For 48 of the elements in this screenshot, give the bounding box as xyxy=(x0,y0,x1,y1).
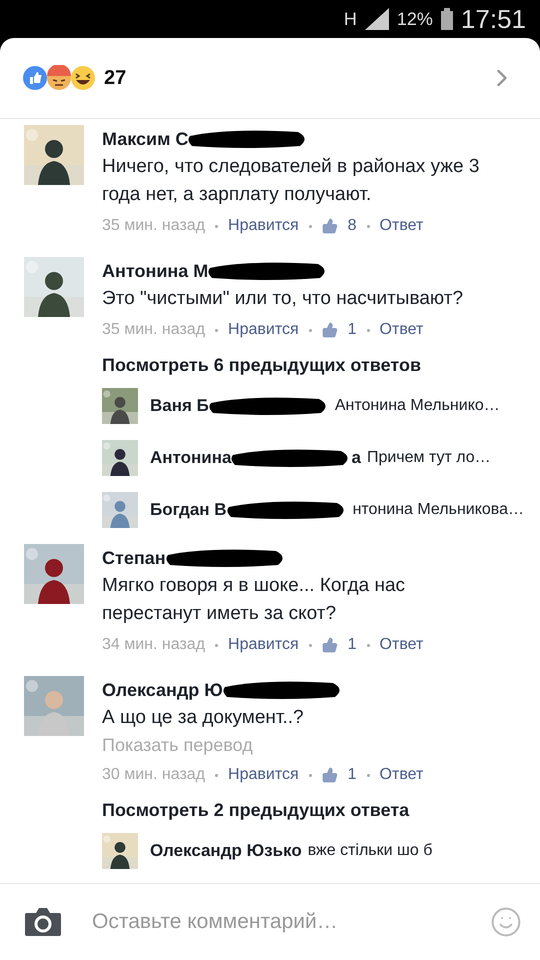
comment-text: Это "чистыми" или то, что насчитывают? xyxy=(102,287,464,311)
like-link[interactable]: Нравится xyxy=(228,636,299,654)
like-icon xyxy=(322,767,338,783)
author-name[interactable]: Олександр Ю xyxy=(102,680,223,700)
like-count[interactable]: 8 xyxy=(348,217,357,235)
like-link[interactable]: Нравится xyxy=(228,766,299,784)
view-replies-link[interactable]: Посмотреть 6 предыдущих ответов xyxy=(102,355,540,376)
reply-link[interactable]: Ответ xyxy=(380,766,424,784)
reply-link[interactable]: Ответ xyxy=(380,217,424,235)
like-count[interactable]: 1 xyxy=(348,636,357,654)
like-count[interactable]: 1 xyxy=(348,321,357,339)
battery-level: 12% xyxy=(396,8,433,30)
view-replies-link[interactable]: Посмотреть 2 предыдущих ответа xyxy=(102,800,540,821)
reaction-count: 27 xyxy=(104,66,126,90)
comment-text: Мягко говоря я в шоке... Когда нас перестанут иметь за скот? xyxy=(102,574,406,626)
author-name[interactable]: Степан xyxy=(102,548,166,568)
like-icon xyxy=(322,218,338,234)
author-name[interactable]: Ваня Б xyxy=(150,396,209,416)
author-name[interactable]: Антонина М xyxy=(102,260,208,282)
reply-preview: Причем тут ло… xyxy=(366,449,491,467)
clock: 17:51 xyxy=(460,4,526,34)
author-name-end: а xyxy=(351,448,361,468)
network-type: H xyxy=(344,8,357,30)
like-icon xyxy=(322,322,338,338)
comment-text: А що це за документ..? xyxy=(102,706,305,730)
reply-preview: Антонина Мельнико… xyxy=(334,397,500,415)
author-name[interactable]: Антонина xyxy=(150,448,232,468)
reply-preview: нтонина Мельникова… xyxy=(352,501,524,519)
reply-link[interactable]: Ответ xyxy=(380,636,424,654)
comment-input[interactable]: Оставьте комментарий… xyxy=(90,909,490,935)
battery-icon xyxy=(440,8,453,30)
like-link[interactable]: Нравится xyxy=(228,217,299,235)
comment-time: 34 мин. назад xyxy=(102,636,206,654)
like-icon xyxy=(322,637,338,653)
comment-time: 35 мин. назад xyxy=(102,217,206,235)
comment-time: 35 мин. назад xyxy=(102,321,206,339)
author-name[interactable]: Богдан В xyxy=(150,500,227,520)
comment-time: 30 мин. назад xyxy=(102,766,206,784)
emoji-icon[interactable] xyxy=(490,906,522,938)
reply-link[interactable]: Ответ xyxy=(380,321,424,339)
author-name[interactable]: Максим С xyxy=(102,128,188,150)
comment-text: Ничего, что следователей в районах уже 3 года нет, а зарплату получают. xyxy=(102,155,480,207)
signal-icon xyxy=(364,8,389,30)
author-name[interactable]: Олександр Юзько xyxy=(150,841,302,861)
like-count[interactable]: 1 xyxy=(348,766,357,784)
reply-preview: вже стільки шо б xyxy=(308,842,432,860)
camera-icon[interactable] xyxy=(24,907,62,937)
like-link[interactable]: Нравится xyxy=(228,321,299,339)
